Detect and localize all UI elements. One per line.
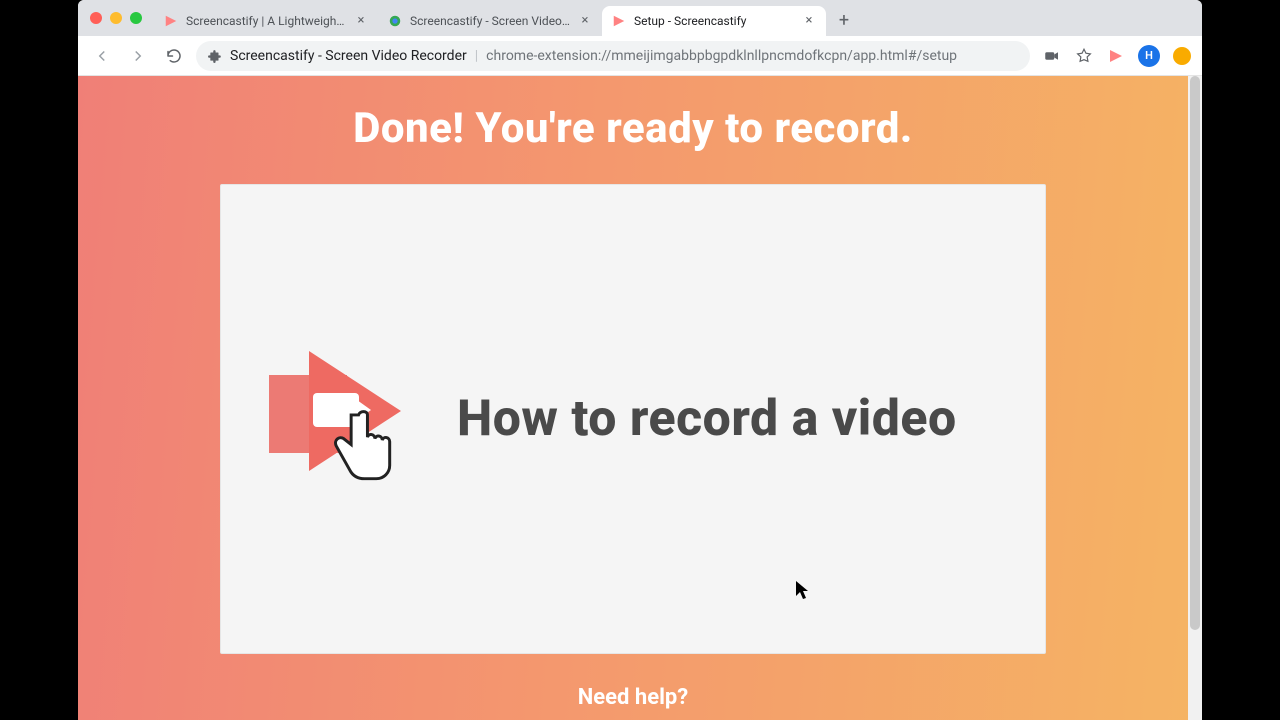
hand-pointer-icon bbox=[327, 409, 399, 495]
page-content: Done! You're ready to record. How to rec… bbox=[78, 76, 1202, 720]
scrollbar-thumb[interactable] bbox=[1190, 76, 1200, 630]
address-bar[interactable]: Screencastify - Screen Video Recorder | … bbox=[196, 41, 1030, 71]
reload-icon bbox=[165, 47, 183, 65]
separator: | bbox=[475, 48, 478, 64]
url-text: chrome-extension://mmeijimgabbpbgpdklnll… bbox=[486, 48, 957, 64]
play-tutorial-icon[interactable] bbox=[269, 349, 409, 489]
tab-title: Screencastify | A Lightweight S bbox=[186, 14, 346, 28]
minimize-window-button[interactable] bbox=[110, 12, 122, 24]
close-tab-icon[interactable]: × bbox=[802, 14, 816, 28]
tab-2[interactable]: Screencastify - Screen Video R × bbox=[378, 6, 602, 36]
new-tab-button[interactable]: + bbox=[830, 6, 858, 34]
screencastify-favicon-icon bbox=[164, 14, 178, 28]
toolbar-actions: H bbox=[1038, 45, 1192, 67]
forward-button[interactable] bbox=[124, 42, 152, 70]
bookmark-star-icon[interactable] bbox=[1074, 46, 1094, 66]
tab-strip: Screencastify | A Lightweight S × Screen… bbox=[78, 0, 1202, 36]
extension-icon bbox=[208, 49, 222, 63]
window-controls bbox=[86, 0, 148, 36]
tabs: Screencastify | A Lightweight S × Screen… bbox=[154, 0, 858, 36]
need-help-link[interactable]: Need help? bbox=[78, 685, 1188, 710]
arrow-right-icon bbox=[129, 47, 147, 65]
update-indicator-icon[interactable] bbox=[1172, 46, 1192, 66]
close-window-button[interactable] bbox=[90, 12, 102, 24]
avatar-initial: H bbox=[1145, 49, 1153, 62]
tab-3-active[interactable]: Setup - Screencastify × bbox=[602, 6, 826, 36]
tab-title: Setup - Screencastify bbox=[634, 14, 794, 28]
tutorial-card[interactable]: How to record a video bbox=[220, 184, 1046, 654]
screencastify-favicon-icon bbox=[612, 14, 626, 28]
tab-1[interactable]: Screencastify | A Lightweight S × bbox=[154, 6, 378, 36]
close-tab-icon[interactable]: × bbox=[354, 14, 368, 28]
close-tab-icon[interactable]: × bbox=[578, 14, 592, 28]
screencastify-extension-icon[interactable] bbox=[1106, 46, 1126, 66]
arrow-left-icon bbox=[93, 47, 111, 65]
camera-action-icon[interactable] bbox=[1042, 46, 1062, 66]
maximize-window-button[interactable] bbox=[130, 12, 142, 24]
tab-title: Screencastify - Screen Video R bbox=[410, 14, 570, 28]
toolbar: Screencastify - Screen Video Recorder | … bbox=[78, 36, 1202, 76]
chrome-webstore-favicon-icon bbox=[388, 14, 402, 28]
tutorial-title: How to record a video bbox=[457, 390, 957, 448]
browser-window: Screencastify | A Lightweight S × Screen… bbox=[78, 0, 1202, 720]
extension-name: Screencastify - Screen Video Recorder bbox=[230, 48, 467, 64]
back-button[interactable] bbox=[88, 42, 116, 70]
vertical-scrollbar[interactable] bbox=[1188, 76, 1202, 720]
reload-button[interactable] bbox=[160, 42, 188, 70]
profile-avatar[interactable]: H bbox=[1138, 45, 1160, 67]
page-heading: Done! You're ready to record. bbox=[78, 104, 1188, 153]
